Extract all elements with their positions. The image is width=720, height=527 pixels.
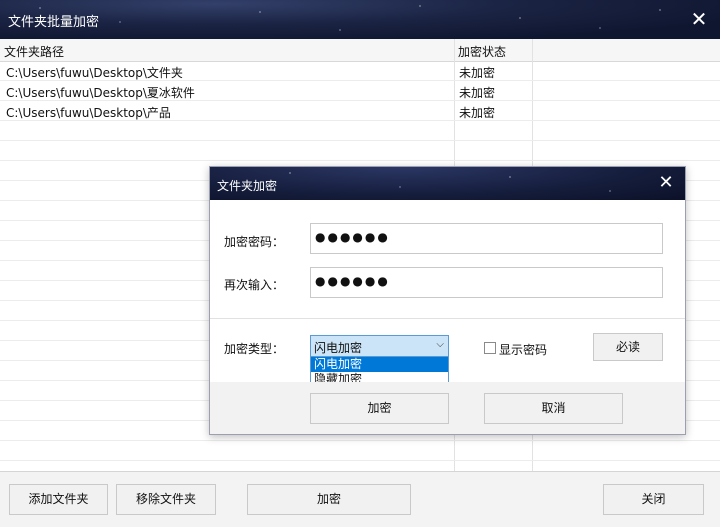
remove-folder-button[interactable]: 移除文件夹 bbox=[116, 484, 216, 515]
window-close-icon[interactable]: ✕ bbox=[688, 8, 710, 30]
table-row[interactable]: C:\Users\fuwu\Desktop\文件夹 未加密 bbox=[0, 61, 720, 81]
dialog-close-icon[interactable]: ✕ bbox=[655, 172, 677, 194]
confirm-password-label: 再次输入： bbox=[224, 278, 285, 292]
confirm-password-field[interactable]: ●●●●●● bbox=[310, 267, 663, 298]
dropdown-option-flash[interactable]: 闪电加密 bbox=[311, 357, 448, 372]
table-header: 文件夹路径 加密状态 bbox=[0, 39, 720, 62]
password-field[interactable]: ●●●●●● bbox=[310, 223, 663, 254]
table-row-empty bbox=[0, 141, 720, 161]
title-bar-background bbox=[0, 0, 720, 39]
divider bbox=[210, 318, 685, 319]
cell-path: C:\Users\fuwu\Desktop\夏冰软件 bbox=[6, 86, 195, 100]
title-bar: 文件夹批量加密 ✕ bbox=[0, 0, 720, 39]
table-row-empty bbox=[0, 441, 720, 461]
cell-status: 未加密 bbox=[459, 66, 496, 80]
cell-path: C:\Users\fuwu\Desktop\产品 bbox=[6, 106, 171, 120]
encrypt-dialog: 文件夹加密 ✕ 加密密码： ●●●●●● 再次输入： ●●●●●● 加密类型： … bbox=[209, 166, 686, 435]
chevron-down-icon[interactable]: ⌵ bbox=[436, 339, 444, 350]
dialog-title-bar: 文件夹加密 ✕ bbox=[210, 167, 685, 200]
dialog-encrypt-button[interactable]: 加密 bbox=[310, 393, 449, 424]
column-header-status[interactable]: 加密状态 bbox=[458, 43, 506, 60]
dialog-title: 文件夹加密 bbox=[217, 179, 278, 193]
cell-path: C:\Users\fuwu\Desktop\文件夹 bbox=[6, 66, 183, 80]
table-row[interactable]: C:\Users\fuwu\Desktop\夏冰软件 未加密 bbox=[0, 81, 720, 101]
must-read-button[interactable]: 必读 bbox=[593, 333, 663, 361]
encrypt-type-value: 闪电加密 bbox=[314, 341, 363, 355]
table-row-empty bbox=[0, 121, 720, 141]
show-password-checkbox[interactable] bbox=[484, 342, 496, 354]
cell-status: 未加密 bbox=[459, 86, 496, 100]
table-row[interactable]: C:\Users\fuwu\Desktop\产品 未加密 bbox=[0, 101, 720, 121]
dialog-footer: 加密 取消 bbox=[210, 382, 685, 434]
add-folder-button[interactable]: 添加文件夹 bbox=[9, 484, 108, 515]
password-label: 加密密码： bbox=[224, 235, 285, 249]
dialog-cancel-button[interactable]: 取消 bbox=[484, 393, 623, 424]
window-title: 文件夹批量加密 bbox=[8, 15, 100, 30]
dialog-title-background bbox=[210, 167, 685, 200]
encrypt-button[interactable]: 加密 bbox=[247, 484, 411, 515]
encrypt-type-select[interactable]: 闪电加密 ⌵ bbox=[310, 335, 449, 357]
bottom-toolbar: 添加文件夹 移除文件夹 加密 关闭 bbox=[0, 472, 720, 527]
column-header-path[interactable]: 文件夹路径 bbox=[4, 43, 64, 60]
close-button[interactable]: 关闭 bbox=[603, 484, 704, 515]
show-password-label[interactable]: 显示密码 bbox=[499, 341, 547, 358]
cell-status: 未加密 bbox=[459, 106, 496, 120]
encrypt-type-label: 加密类型： bbox=[224, 342, 285, 356]
